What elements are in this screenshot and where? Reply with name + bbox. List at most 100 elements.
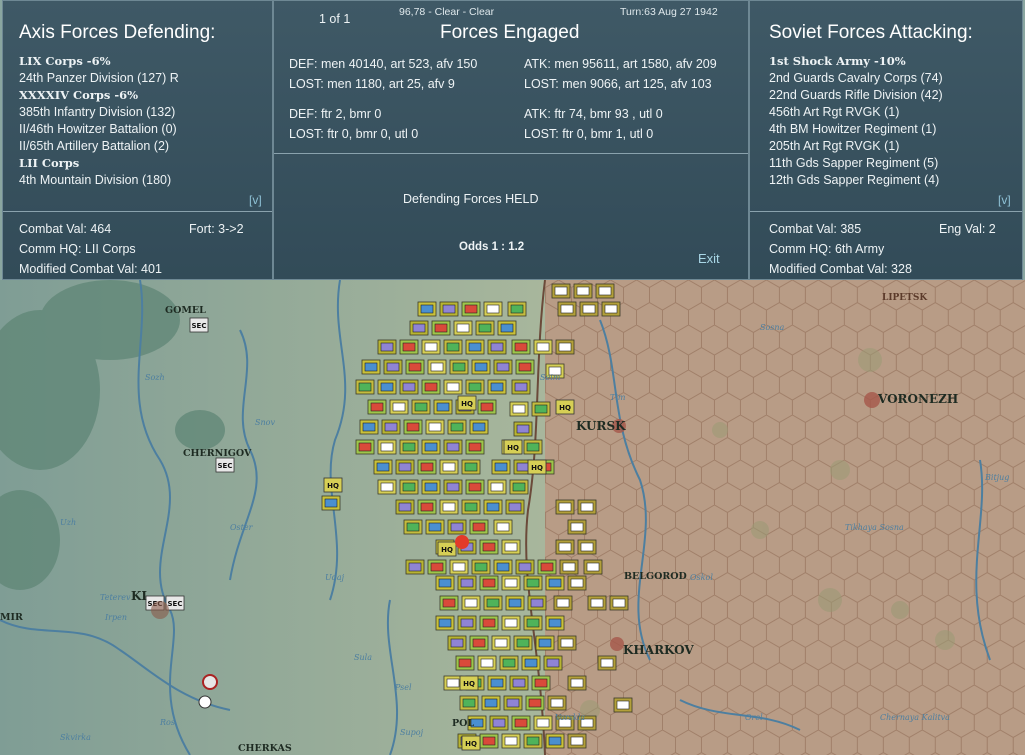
unit-type-symbol [526,618,540,628]
unit-type-symbol [324,498,338,508]
unit-entry[interactable]: 4th Mountain Division (180) [19,172,179,189]
unit-entry[interactable]: 2nd Guards Cavalry Corps (74) [769,70,943,87]
combat-result: Defending Forces HELD [403,192,539,206]
river-label: Sozh [145,373,165,382]
unit-type-symbol [472,522,486,532]
unit-entry[interactable]: II/65th Artillery Battalion (2) [19,138,179,155]
axis-divider [3,211,272,212]
city-label: POL [452,718,474,729]
unit-type-symbol [450,422,464,432]
unit-type-symbol [586,562,600,572]
soviet-expand-button[interactable]: [v] [998,193,1011,207]
formation-header[interactable]: 1st Shock Army -10% [769,53,943,70]
unit-entry[interactable]: 4th BM Howitzer Regiment (1) [769,121,943,138]
unit-entry[interactable]: II/46th Howitzer Battalion (0) [19,121,179,138]
river-label: Bitjug [984,473,1009,482]
unit-type-symbol [398,502,412,512]
unit-type-symbol [424,442,438,452]
def-men-stats: DEF: men 40140, art 523, afv 150 [289,57,478,71]
unit-type-symbol [380,342,394,352]
unit-type-symbol [526,578,540,588]
unit-type-symbol [516,424,530,434]
city-label: KHARKOV [623,643,694,657]
unit-type-symbol [474,562,488,572]
axis-forces-panel: Axis Forces Defending: LIX Corps -6% 24th… [2,0,273,280]
unit-type-symbol [612,598,626,608]
combat-odds: Odds 1 : 1.2 [459,241,525,253]
unit-type-symbol [464,598,478,608]
unit-type-symbol [482,618,496,628]
counter-label: HQ [559,404,571,412]
forces-engaged-panel: 1 of 1 96,78 - Clear - Clear Turn:63 Aug… [273,0,749,280]
river-label: Teterev [100,593,131,602]
formation-header[interactable]: LII Corps [19,155,179,172]
unit-type-symbol [540,562,554,572]
exit-button[interactable]: Exit [698,251,720,266]
soviet-eng-val: Eng Val: 2 [939,222,996,236]
unit-type-symbol [514,382,528,392]
unit-type-symbol [516,638,530,648]
unit-type-symbol [480,658,494,668]
unit-entry[interactable]: 385th Infantry Division (132) [19,104,179,121]
unit-type-symbol [464,502,478,512]
unit-type-symbol [490,678,504,688]
unit-type-symbol [430,362,444,372]
unit-type-symbol [598,286,612,296]
unit-type-symbol [482,578,496,588]
unit-type-symbol [436,402,450,412]
axis-combat-val: Combat Val: 464 [19,222,112,236]
unit-type-symbol [402,382,416,392]
combat-marker-icon[interactable] [455,535,469,549]
unit-type-symbol [402,482,416,492]
unit-type-symbol [514,342,528,352]
unit-entry[interactable]: 11th Gds Sapper Regiment (5) [769,155,943,172]
unit-type-symbol [460,618,474,628]
city-label: GOMEL [165,305,206,316]
unit-type-symbol [554,286,568,296]
unit-type-symbol [478,323,492,333]
unit-type-symbol [364,362,378,372]
counter-label: SEC [192,322,207,330]
unit-type-symbol [428,422,442,432]
unit-type-symbol [548,618,562,628]
def-air-lost-stats: LOST: ftr 0, bmr 0, utl 0 [289,127,419,141]
unit-type-symbol [550,698,564,708]
unit-type-symbol [546,658,560,668]
unit-type-symbol [494,462,508,472]
unit-type-symbol [604,304,618,314]
unit-type-symbol [486,502,500,512]
unit-entry[interactable]: 456th Art Rgt RVGK (1) [769,104,943,121]
map-canvas[interactable]: SECSECSECSECHQHQHQHQHQHQHQHQ GOMEL CHERN… [0,280,1025,755]
unit-type-symbol [508,598,522,608]
unit-type-symbol [570,522,584,532]
unit-type-symbol [526,442,540,452]
unit-type-symbol [420,304,434,314]
unit-type-symbol [482,736,496,746]
unit-type-symbol [462,698,476,708]
city-label: VORONEZH [877,392,958,406]
formation-header[interactable]: LIX Corps -6% [19,53,179,70]
unit-type-symbol [580,502,594,512]
unit-type-symbol [420,462,434,472]
axis-expand-button[interactable]: [v] [249,193,262,207]
formation-header[interactable]: XXXXIV Corps -6% [19,87,179,104]
unit-type-symbol [490,382,504,392]
atk-air-stats: ATK: ftr 74, bmr 93 , utl 0 [524,107,663,121]
unit-entry[interactable]: 205th Art Rgt RVGK (1) [769,138,943,155]
unit-type-symbol [362,422,376,432]
river-label: Vorskla [555,713,585,722]
unit-type-symbol [600,658,614,668]
unit-entry[interactable]: 24th Panzer Division (127) R [19,70,179,87]
unit-entry[interactable]: 12th Gds Sapper Regiment (4) [769,172,943,189]
axis-panel-title: Axis Forces Defending: [19,22,216,43]
river-label: Tikhaya Sosna [845,523,904,532]
unit-type-symbol [446,382,460,392]
unit-entry[interactable]: 22nd Guards Rifle Division (42) [769,87,943,104]
unit-type-symbol [458,658,472,668]
unit-type-symbol [468,342,482,352]
river-label: Psel [394,683,412,692]
river-label: Tim [610,393,626,402]
map-view[interactable]: SECSECSECSECHQHQHQHQHQHQHQHQ GOMEL CHERN… [0,280,1025,755]
unit-type-symbol [402,342,416,352]
axis-modified-combat-val: Modified Combat Val: 401 [19,262,162,276]
